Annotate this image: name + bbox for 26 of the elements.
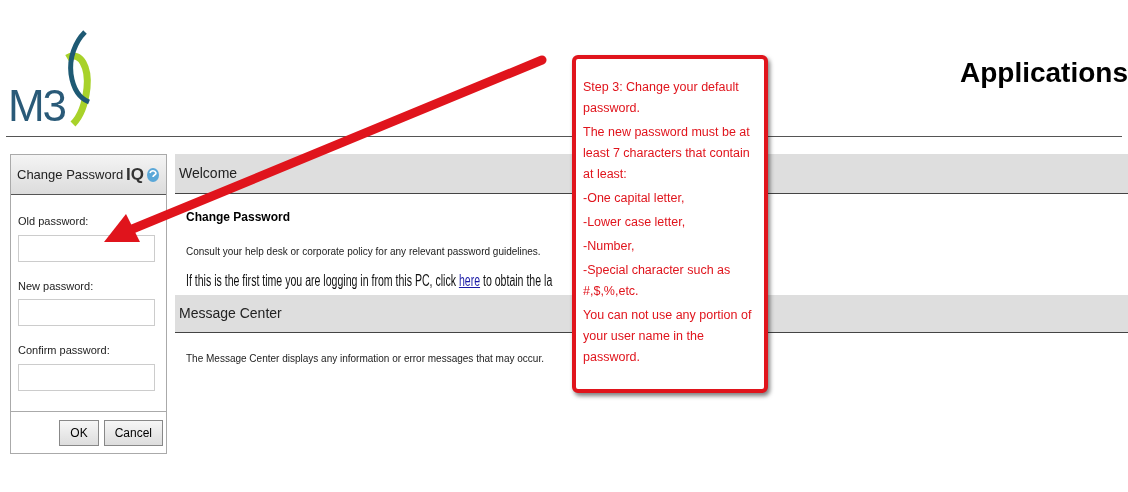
field-label: Old password: <box>18 214 90 229</box>
callout-text: The new password must be at least 7 characters that contain at least: <box>583 124 751 183</box>
password-field[interactable] <box>18 234 155 262</box>
callout-text: -Number, <box>583 238 636 255</box>
field-label: Confirm password: <box>18 343 111 358</box>
page-title: Applications <box>960 56 1128 90</box>
section-title: Message Center <box>179 304 282 323</box>
callout-text: -Special character such as #,$,%,etc. <box>583 262 732 300</box>
panel-logo-text: IQ <box>126 163 144 186</box>
content-heading: Change Password <box>186 209 291 226</box>
here-link[interactable]: here <box>458 272 481 289</box>
dialog-button[interactable]: OK <box>59 419 99 446</box>
panel-title: Change Password <box>17 165 124 184</box>
password-field[interactable] <box>18 299 155 326</box>
callout-text: -One capital letter, <box>583 190 686 207</box>
callout-text: You can not use any portion of your user name in the password. <box>583 307 753 366</box>
callout-text: -Lower case letter, <box>583 214 687 231</box>
dialog-button[interactable]: Cancel <box>103 419 163 446</box>
first-login-note: If this is the first time you are logging in from this PC, click here to obtain the la <box>186 271 553 291</box>
section-title: Welcome <box>179 164 238 183</box>
logo-text: M3 <box>8 84 65 128</box>
content-text: The Message Center displays any information or error messages that may occur. <box>186 352 544 366</box>
callout-text: Step 3: Change your default password. <box>583 79 740 117</box>
content-text: Consult your help desk or corporate policy for any relevant password guidelines. <box>186 245 541 259</box>
password-field[interactable] <box>18 363 155 391</box>
field-label: New password: <box>18 278 95 294</box>
